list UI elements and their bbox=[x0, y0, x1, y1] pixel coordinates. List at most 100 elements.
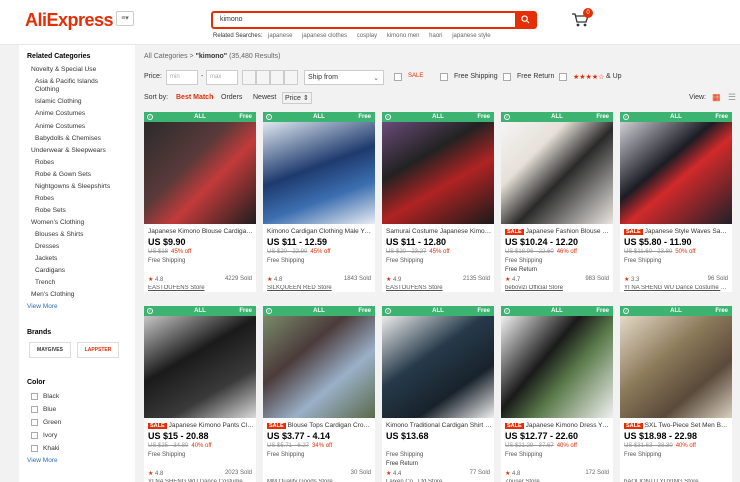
color-checkbox[interactable] bbox=[31, 393, 38, 400]
product-image[interactable] bbox=[620, 316, 732, 418]
store-link[interactable]: SILKQUEEN RED Store bbox=[267, 285, 373, 291]
store-link[interactable]: YI NA SHENG WU Dance Costume Store bbox=[624, 285, 730, 291]
product-title[interactable]: Samurai Costume Japanese Kimono Men bbox=[386, 228, 492, 235]
product-image[interactable] bbox=[382, 122, 494, 224]
product-card[interactable]: ✓ ALL Free Japanese Kimono Blouse Cardigan … bbox=[144, 112, 256, 292]
category-item[interactable]: Asia & Pacific Islands bbox=[35, 78, 98, 86]
search-input[interactable]: kimono bbox=[220, 16, 243, 23]
price-max-input[interactable]: max bbox=[206, 70, 238, 85]
category-item[interactable]: Robes bbox=[35, 195, 54, 203]
product-title[interactable]: SALEJapanese Fashion Blouse Kimono bbox=[505, 228, 611, 235]
product-card[interactable]: ✓ALLFree SALESXL Two-Piece Set Men Bathro… bbox=[620, 306, 732, 482]
product-title[interactable]: SALE Japanese Kimono Pants Cloak bbox=[148, 422, 254, 429]
search-box[interactable]: kimono bbox=[211, 11, 537, 29]
product-image[interactable] bbox=[144, 122, 256, 224]
related-search-link[interactable]: japanese bbox=[268, 33, 292, 39]
product-image[interactable] bbox=[263, 122, 375, 224]
list-view-icon[interactable]: ☰ bbox=[728, 93, 737, 102]
product-title[interactable]: SALEJapanese Kimono Dress Yukata Women bbox=[505, 422, 611, 429]
breadcrumb-root[interactable]: All Categories bbox=[144, 53, 188, 60]
rating-checkbox[interactable] bbox=[559, 73, 567, 81]
product-title[interactable]: Kimono Traditional Cardigan Shirt Men bbox=[386, 422, 492, 429]
category-item[interactable]: Islamic Clothing bbox=[35, 98, 82, 106]
price-range-segment[interactable] bbox=[256, 70, 270, 85]
sort-price[interactable]: Price ⇕ bbox=[282, 92, 312, 104]
color-checkbox[interactable] bbox=[31, 406, 38, 413]
cart-button[interactable]: 0 bbox=[571, 8, 593, 30]
product-title[interactable]: SALEJapanese Style Waves Samurai Kimono bbox=[624, 228, 730, 235]
category-item[interactable]: Anime Costumes bbox=[35, 123, 85, 131]
brand-logo-lappster[interactable]: LAPPSTER bbox=[77, 342, 119, 358]
category-item[interactable]: Jackets bbox=[35, 255, 57, 263]
store-link[interactable]: EASTOUFENS Store bbox=[386, 285, 492, 291]
product-title-text: Samurai Costume Japanese Kimono Men bbox=[386, 228, 492, 235]
category-item[interactable]: Dresses bbox=[35, 243, 59, 251]
product-card[interactable]: ✓ ALL Free SALE Japanese Kimono Pants Cloak U… bbox=[144, 306, 256, 482]
product-image[interactable] bbox=[144, 316, 256, 418]
category-item[interactable]: Novelty & Special Use bbox=[31, 66, 96, 74]
product-card[interactable]: ✓ALLFree SALEJapanese Kimono Dress Yukata… bbox=[501, 306, 613, 482]
sale-checkbox[interactable] bbox=[394, 73, 402, 81]
product-title-text: Kimono Traditional Cardigan Shirt Men bbox=[386, 422, 492, 429]
price-range-segment[interactable] bbox=[284, 70, 298, 85]
color-checkbox[interactable] bbox=[31, 432, 38, 439]
price-range-segment[interactable] bbox=[270, 70, 284, 85]
category-item[interactable]: Nightgowns & Sleepshirts bbox=[35, 183, 110, 191]
free-shipping-checkbox[interactable] bbox=[440, 73, 448, 81]
category-item[interactable]: Men's Clothing bbox=[31, 291, 74, 299]
category-item[interactable]: Robes bbox=[35, 159, 54, 167]
product-card[interactable]: ✓ ALL Free Kimono Traditional Cardigan Shir… bbox=[382, 306, 494, 482]
category-item[interactable]: Women's Clothing bbox=[31, 219, 84, 227]
product-title[interactable]: SALESXL Two-Piece Set Men Bathrobe Kimon… bbox=[624, 422, 730, 429]
categories-view-more-link[interactable]: View More bbox=[27, 303, 58, 310]
category-item[interactable]: Anime Costumes bbox=[35, 110, 85, 118]
shipping-info: Free Shipping bbox=[624, 452, 662, 458]
category-item[interactable]: Robe Sets bbox=[35, 207, 66, 215]
product-title[interactable]: Kimono Cardigan Clothing Male Yukata bbox=[267, 228, 373, 235]
color-checkbox[interactable] bbox=[31, 419, 38, 426]
product-card[interactable]: ✓ ALL Free Samurai Costume Japanese Kimono … bbox=[382, 112, 494, 292]
color-checkbox[interactable] bbox=[31, 445, 38, 452]
brand-logo-maygives[interactable]: MAYGIVES bbox=[29, 342, 71, 358]
category-item[interactable]: Underwear & Sleepwears bbox=[31, 147, 106, 155]
product-image[interactable] bbox=[382, 316, 494, 418]
sold-count: 30 Sold bbox=[350, 470, 371, 476]
product-card[interactable]: ✓ALLFree SALEJapanese Style Waves Samurai… bbox=[620, 112, 732, 292]
category-menu-button[interactable]: ≡▾ bbox=[116, 11, 134, 26]
ship-from-select[interactable]: Ship from ⌄ bbox=[304, 70, 384, 85]
sort-best-match[interactable]: Best Match bbox=[176, 94, 213, 101]
category-item[interactable]: Blouses & Shirts bbox=[35, 231, 83, 239]
related-search-link[interactable]: cosplay bbox=[357, 33, 377, 39]
sort-orders[interactable]: Orders bbox=[221, 94, 242, 101]
search-button[interactable] bbox=[515, 13, 535, 27]
price-min-input[interactable]: min bbox=[166, 70, 198, 85]
product-card[interactable]: ✓ALLFree SALEJapanese Fashion Blouse Kimo… bbox=[501, 112, 613, 292]
product-image[interactable] bbox=[620, 122, 732, 224]
store-link[interactable]: bebovizi Official Store bbox=[505, 285, 611, 291]
related-search-link[interactable]: kimono men bbox=[387, 33, 420, 39]
color-title: Color bbox=[27, 379, 46, 386]
category-item[interactable]: Clothing bbox=[35, 86, 59, 94]
category-item[interactable]: Trench bbox=[35, 279, 55, 287]
price-range-segment[interactable] bbox=[242, 70, 256, 85]
product-card[interactable]: ✓ALLFree SALEBlouse Tops Cardigan Cropped… bbox=[263, 306, 375, 482]
grid-view-icon[interactable]: ▦ bbox=[712, 93, 721, 102]
product-image[interactable] bbox=[501, 316, 613, 418]
free-return-checkbox[interactable] bbox=[503, 73, 511, 81]
product-card[interactable]: ✓ ALL Free Kimono Cardigan Clothing Male Yu… bbox=[263, 112, 375, 292]
product-image[interactable] bbox=[501, 122, 613, 224]
related-search-link[interactable]: japanese clothes bbox=[302, 33, 347, 39]
sort-newest[interactable]: Newest bbox=[253, 94, 276, 101]
product-title[interactable]: SALEBlouse Tops Cardigan Cropped Kimono bbox=[267, 422, 373, 429]
related-search-link[interactable]: japanese style bbox=[452, 33, 490, 39]
store-link[interactable]: EASTOUFENS Store bbox=[148, 285, 254, 291]
product-title[interactable]: Japanese Kimono Blouse Cardigan Women bbox=[148, 228, 254, 235]
rating-value: 4.4 bbox=[393, 471, 402, 477]
category-item[interactable]: Cardigans bbox=[35, 267, 65, 275]
aliexpress-logo[interactable]: AliExpress bbox=[25, 10, 114, 31]
category-item[interactable]: Robe & Gown Sets bbox=[35, 171, 91, 179]
product-image[interactable] bbox=[263, 316, 375, 418]
related-search-link[interactable]: haori bbox=[429, 33, 442, 39]
colors-view-more-link[interactable]: View More bbox=[27, 457, 58, 464]
category-item[interactable]: Babydolls & Chemises bbox=[35, 135, 101, 143]
